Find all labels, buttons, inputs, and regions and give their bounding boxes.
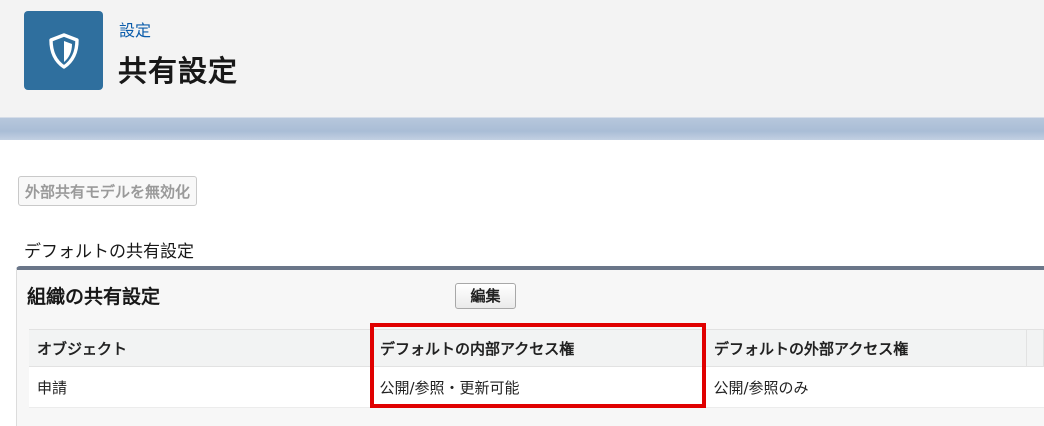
cell-internal-access: 公開/参照・更新可能 xyxy=(371,366,706,408)
cell-external-access: 公開/参照のみ xyxy=(705,366,1027,408)
column-header-object: オブジェクト xyxy=(29,329,372,367)
shield-icon xyxy=(24,11,103,90)
page-header: 設定 共有設定 xyxy=(0,0,1044,118)
table-row: 申請 公開/参照・更新可能 公開/参照のみ xyxy=(29,366,1044,408)
breadcrumb[interactable]: 設定 xyxy=(119,17,151,41)
default-sharing-settings-heading: デフォルトの共有設定 xyxy=(24,242,194,262)
table-header-row: オブジェクト デフォルトの内部アクセス権 デフォルトの外部アクセス権 xyxy=(29,329,1044,367)
cell-object: 申請 xyxy=(29,366,372,408)
column-header-filler xyxy=(1026,329,1044,367)
org-sharing-panel-title: 組織の共有設定 xyxy=(27,286,161,308)
column-header-external-access: デフォルトの外部アクセス権 xyxy=(705,329,1027,367)
decorative-band xyxy=(0,118,1044,140)
edit-button[interactable]: 編集 xyxy=(455,283,516,309)
cell-filler xyxy=(1026,366,1044,408)
sharing-settings-table: オブジェクト デフォルトの内部アクセス権 デフォルトの外部アクセス権 申請 公開… xyxy=(29,329,1044,408)
column-header-internal-access: デフォルトの内部アクセス権 xyxy=(371,329,706,367)
disable-external-sharing-model-button[interactable]: 外部共有モデルを無効化 xyxy=(18,176,198,206)
page-title: 共有設定 xyxy=(118,54,239,88)
